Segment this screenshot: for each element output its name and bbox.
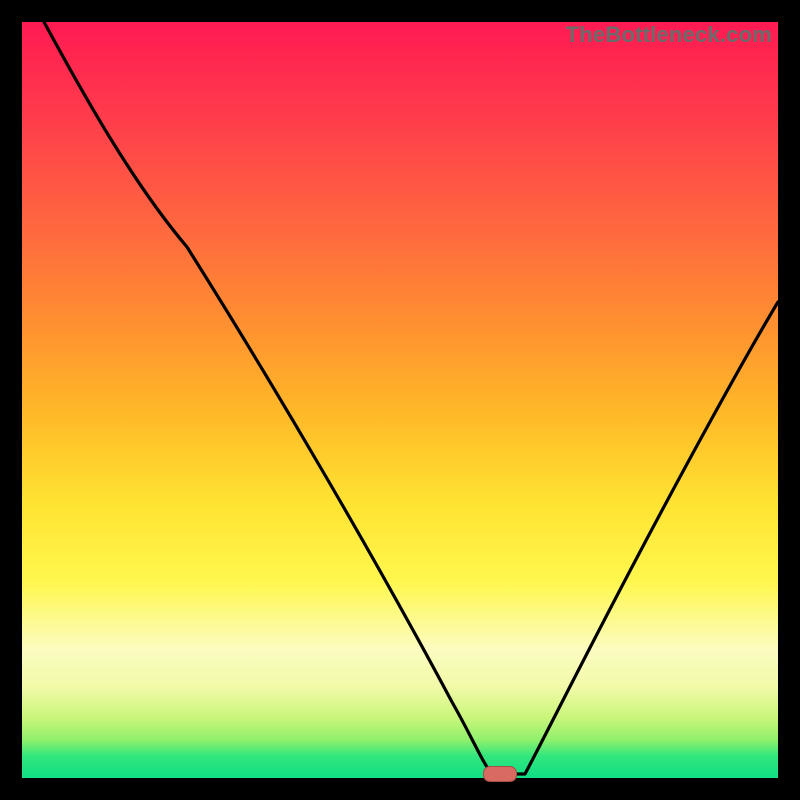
watermark-text: TheBottleneck.com bbox=[566, 22, 772, 48]
chart-frame: TheBottleneck.com bbox=[0, 0, 800, 800]
plot-area: TheBottleneck.com bbox=[22, 22, 778, 778]
optimal-marker bbox=[483, 766, 517, 782]
curve-path bbox=[44, 22, 778, 774]
bottleneck-curve bbox=[22, 22, 778, 778]
